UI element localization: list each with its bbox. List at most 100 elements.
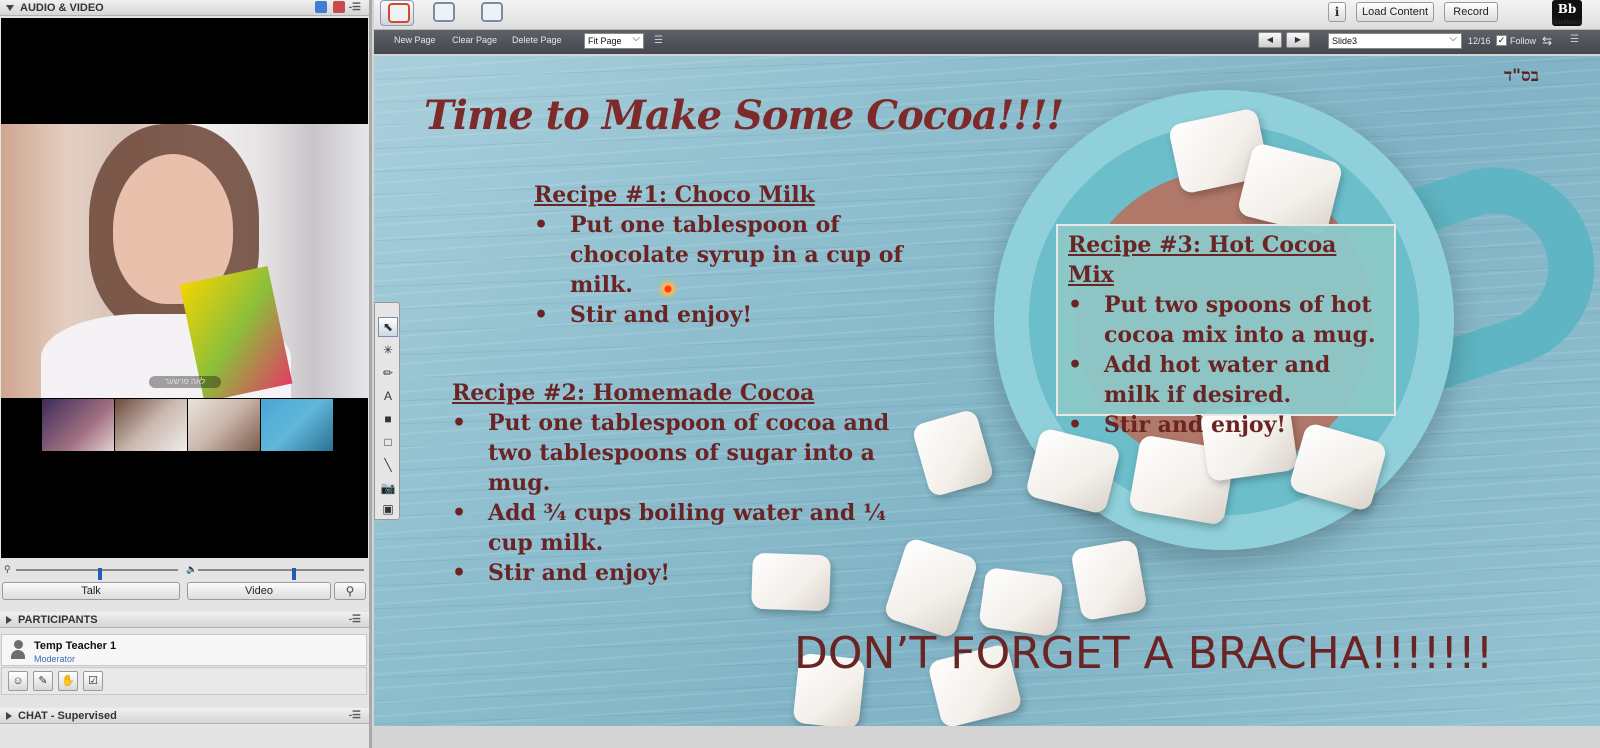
page-count: 12/16 (1468, 36, 1491, 46)
delete-page-button[interactable]: Delete Page (512, 35, 562, 45)
slide-select[interactable]: Slide3 (1328, 32, 1462, 49)
recipe-3: Recipe #3: Hot Cocoa Mix Put two spoons … (1056, 224, 1396, 440)
marshmallow (978, 566, 1064, 638)
participant-tools: ☺ ✎ ✋ ☑ (1, 667, 367, 695)
text-tool-icon[interactable]: A (378, 386, 398, 406)
video-button[interactable]: Video (187, 582, 331, 600)
recipe-3-step: Stir and enjoy! (1068, 410, 1384, 440)
marshmallow (1070, 538, 1148, 622)
pointer-tool-icon[interactable]: ✳ (378, 340, 398, 360)
info-button[interactable]: i (1328, 2, 1346, 22)
slide-bottom-bar (374, 726, 1600, 748)
chat-title: CHAT - Supervised (18, 709, 117, 722)
web-tour-icon (481, 2, 503, 22)
clear-page-button[interactable]: Clear Page (452, 35, 497, 45)
collapse-triangle-icon[interactable] (6, 4, 14, 11)
page-nav: ◀ ▶ (1258, 32, 1318, 50)
panel-menu-icon[interactable]: -☰ (349, 710, 361, 721)
mic-level-handle[interactable] (98, 568, 102, 580)
filled-rect-tool-icon[interactable]: ■ (378, 409, 398, 429)
main-video-feed: לאה פרשער (1, 124, 368, 398)
whiteboard-mode-button[interactable] (380, 0, 414, 26)
left-panel: AUDIO & VIDEO -☰ לאה פרשער ⚲ 🔈 Talk Vide… (0, 0, 372, 748)
poll-icon[interactable]: ☑ (83, 671, 103, 691)
video-thumbnail[interactable] (261, 399, 333, 451)
raise-hand-icon[interactable]: ✋ (58, 671, 78, 691)
panel-menu-icon[interactable]: -☰ (349, 2, 361, 13)
chat-header[interactable]: CHAT - Supervised -☰ (0, 708, 369, 724)
recipe-2: Recipe #2: Homemade Cocoa Put one tables… (452, 378, 892, 588)
phone-icon[interactable] (315, 1, 327, 13)
talk-button[interactable]: Talk (2, 582, 180, 600)
rect-tool-icon[interactable]: □ (378, 432, 398, 452)
expand-triangle-icon[interactable] (6, 711, 12, 720)
marshmallow (882, 536, 980, 640)
web-tour-mode-button[interactable] (474, 0, 508, 26)
screenshot-tool-icon[interactable]: 📷 (378, 478, 398, 498)
bracha-reminder: DON’T FORGET A BRACHA!!!!!!! (794, 628, 1494, 679)
hebrew-header: בס"ד (1504, 66, 1539, 86)
video-preview-icon[interactable]: ⚲ (334, 582, 366, 600)
video-name-tag: לאה פרשער (149, 376, 221, 388)
recipe-1: Recipe #1: Choco Milk Put one tablespoon… (534, 180, 934, 330)
collaborate-window: AUDIO & VIDEO -☰ לאה פרשער ⚲ 🔈 Talk Vide… (0, 0, 1600, 748)
expand-triangle-icon[interactable] (6, 615, 12, 624)
toolbar-menu-icon[interactable]: ☰ (654, 35, 668, 47)
recipe-3-heading: Recipe #3: Hot Cocoa Mix (1068, 232, 1337, 288)
recipe-2-heading: Recipe #2: Homemade Cocoa (452, 380, 815, 406)
recipe-3-step: Put two spoons of hot cocoa mix into a m… (1068, 290, 1384, 350)
panel-menu-icon[interactable]: -☰ (349, 614, 361, 625)
participants-title: PARTICIPANTS (18, 613, 98, 626)
previous-page-button[interactable]: ◀ (1258, 32, 1282, 48)
recipe-1-step: Put one tablespoon of chocolate syrup in… (534, 210, 934, 300)
step-away-icon[interactable]: ✎ (33, 671, 53, 691)
video-area: לאה פרשער (1, 18, 368, 558)
participants-header[interactable]: PARTICIPANTS -☰ (0, 612, 369, 628)
recipe-2-step: Add ¾ cups boiling water and ¼ cup milk. (452, 498, 892, 558)
recipe-2-step: Put one tablespoon of cocoa and two tabl… (452, 408, 892, 498)
pen-tool-icon[interactable]: ✏ (378, 363, 398, 383)
whiteboard-icon (388, 3, 410, 23)
speaker-volume-slider[interactable] (198, 568, 364, 580)
whiteboard-tool-strip: ⬉ ✳ ✏ A ■ □ ╲ 📷 ▣ (374, 302, 400, 520)
slide-title: Time to Make Some Cocoa!!!! (424, 92, 1064, 139)
speaker-volume-handle[interactable] (292, 568, 296, 580)
sync-icon[interactable]: ⇆ (1542, 34, 1552, 48)
app-share-mode-button[interactable] (426, 0, 460, 26)
camera-settings-icon[interactable] (333, 1, 345, 13)
video-thumbnail[interactable] (42, 399, 114, 451)
follow-checkbox[interactable]: ✓ (1496, 35, 1507, 46)
participant-row[interactable]: Temp Teacher 1 Moderator (1, 634, 367, 666)
mic-level-slider[interactable] (16, 568, 178, 580)
audio-sliders: ⚲ 🔈 (4, 564, 366, 580)
blackboard-logo-text: Blackboard (1551, 20, 1583, 26)
marshmallow (911, 408, 995, 498)
speaker-icon: 🔈 (186, 564, 198, 574)
recipe-3-step: Add hot water and milk if desired. (1068, 350, 1384, 410)
whiteboard-toolbar: New Page Clear Page Delete Page Fit Page… (374, 30, 1600, 54)
microphone-icon: ⚲ (4, 564, 11, 574)
clip-art-tool-icon[interactable]: ▣ (378, 499, 398, 519)
whiteboard-slide: Time to Make Some Cocoa!!!! בס"ד Recipe … (374, 56, 1600, 726)
select-tool-icon[interactable]: ⬉ (378, 317, 398, 337)
load-content-button[interactable]: Load Content (1356, 2, 1434, 22)
record-button[interactable]: Record (1444, 2, 1498, 22)
audio-video-header[interactable]: AUDIO & VIDEO -☰ (0, 0, 369, 16)
participant-role: Moderator (34, 654, 76, 664)
recipe-1-step: Stir and enjoy! (534, 300, 934, 330)
next-page-button[interactable]: ▶ (1286, 32, 1310, 48)
line-tool-icon[interactable]: ╲ (378, 455, 398, 475)
emoticon-icon[interactable]: ☺ (8, 671, 28, 691)
recipe-2-step: Stir and enjoy! (452, 558, 892, 588)
top-toolbar: i Load Content Record Bb Blackboard (374, 0, 1600, 30)
video-thumbnail[interactable] (188, 399, 260, 451)
toolbar-menu-icon[interactable]: ☰ (1570, 34, 1579, 45)
person-icon (10, 640, 26, 660)
zoom-select[interactable]: Fit Page (584, 32, 644, 49)
new-page-button[interactable]: New Page (394, 35, 436, 45)
laser-pointer (661, 282, 675, 296)
follow-label: Follow (1510, 36, 1537, 46)
video-thumbnail[interactable] (115, 399, 187, 451)
video-thumbnails (42, 399, 333, 451)
participant-name: Temp Teacher 1 (34, 640, 117, 652)
